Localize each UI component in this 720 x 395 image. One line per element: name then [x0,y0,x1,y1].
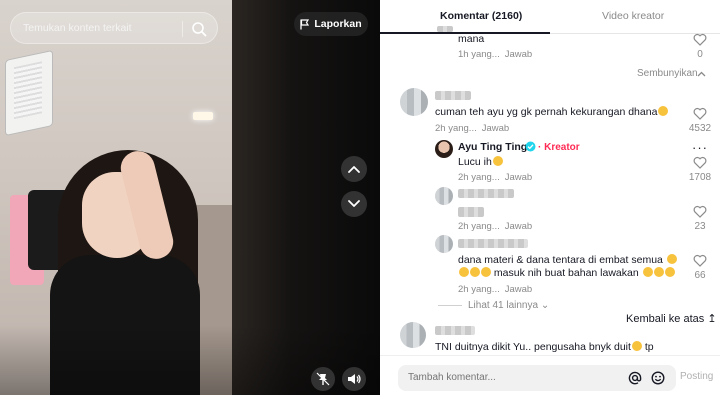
search-bar[interactable]: Temukan konten terkait [10,12,218,44]
report-label: Laporkan [314,18,362,30]
comment-text: cuman teh ayu yg gk pernah kekurangan dh… [435,106,669,118]
comment-text-redacted [458,207,484,217]
tab-creator-videos[interactable]: Video kreator [602,10,664,22]
like-count: 0 [697,49,703,60]
comment-text: mana [458,33,485,45]
at-icon[interactable] [628,371,642,385]
emoji-icon [470,267,480,277]
video-player[interactable]: Temukan konten terkait Laporkan [0,0,380,395]
comment-input-box[interactable] [398,365,676,391]
chevron-up-icon [348,166,360,173]
flag-icon [300,18,310,29]
divider [438,305,462,306]
emoji-icon [642,267,653,277]
tab-comments[interactable]: Komentar (2160) [440,10,522,22]
chevron-down-icon [348,200,360,207]
comments-panel: Komentar (2160) Video kreator mana 1h ya… [380,0,720,395]
emoji-icon[interactable] [651,371,665,385]
comment-author[interactable] [458,189,514,198]
previous-video-button[interactable] [341,156,367,182]
volume-button[interactable] [342,367,366,391]
comment-text: Lucu ih [458,156,503,168]
avatar[interactable] [400,88,428,116]
heart-icon[interactable] [693,33,707,46]
chevron-up-icon [697,71,706,77]
volume-icon [348,374,361,384]
comment-meta: 2h yang... Jawab [458,221,532,232]
emoji-icon [459,267,469,277]
comment-input[interactable] [408,372,608,383]
comment-author[interactable] [435,326,475,335]
heart-icon[interactable] [693,107,707,120]
reply-button[interactable]: Jawab [505,284,532,295]
like-count: 4532 [688,123,712,134]
comment-text: dana materi & dana tentara di embat semu… [458,254,677,266]
comment-meta: 2h yang... Jawab [458,172,532,183]
avatar[interactable] [400,322,426,348]
heart-icon[interactable] [693,205,707,218]
comment-meta: 2h yang... Jawab [458,284,532,295]
emoji-icon [631,341,642,351]
more-icon[interactable]: ··· [692,140,708,155]
emoji-icon [492,156,503,166]
comment-author[interactable] [435,91,471,100]
search-divider [182,21,183,37]
reply-button[interactable]: Jawab [505,221,532,232]
emoji-icon [658,106,669,116]
search-input[interactable]: Temukan konten terkait [23,22,132,34]
comment-time: 2h yang... [458,172,500,183]
arrow-up-icon: ↥ [707,313,717,325]
creator-avatar[interactable] [435,140,453,158]
next-video-button[interactable] [341,191,367,217]
reply-button[interactable]: Jawab [505,49,532,60]
reply-button[interactable]: Jawab [482,123,509,134]
panel-tabs: Komentar (2160) Video kreator [380,0,720,34]
comment-meta: 2h yang... Jawab [435,123,509,134]
comment-time: 2h yang... [435,123,477,134]
comment-time: 1h yang... [458,49,500,60]
creator-badge: · Kreator [538,142,580,153]
air-conditioner [6,51,52,135]
comment-meta: 1h yang... Jawab [458,49,532,60]
comment-text-line2: masuk nih buat bahan lawakan [458,267,675,279]
creator-name[interactable]: Ayu Ting Ting [458,141,527,153]
back-to-top-button[interactable]: Kembali ke atas ↥ [626,312,717,325]
ceiling-lamp [193,112,213,120]
like-count: 66 [694,270,706,281]
search-icon[interactable] [191,21,207,37]
comment-author[interactable] [458,239,528,248]
comment-composer: Posting [380,355,720,395]
report-button[interactable]: Laporkan [294,12,368,36]
view-more-replies-button[interactable]: Lihat 41 lainnya ⌄ [468,300,549,311]
heart-icon[interactable] [693,254,707,267]
reply-button[interactable]: Jawab [505,172,532,183]
post-button[interactable]: Posting [680,371,713,382]
like-count: 1708 [688,172,712,183]
comment-text: TNI duitnya dikit Yu.. pengusaha bnyk du… [435,341,654,353]
avatar[interactable] [435,235,453,253]
comment-time: 2h yang... [458,221,500,232]
like-count: 23 [694,221,706,232]
pin-icon [316,372,330,386]
avatar[interactable] [435,187,453,205]
comment-time: 2h yang... [458,284,500,295]
hide-replies-button[interactable]: Sembunyikan [637,68,698,79]
comment-author[interactable] [437,26,453,32]
emoji-icon [653,267,664,277]
emoji-icon [666,254,677,264]
emoji-icon [481,267,491,277]
emoji-icon [664,267,675,277]
heart-icon[interactable] [693,156,707,169]
floating-player-button[interactable] [311,367,335,391]
verified-icon [525,141,536,152]
